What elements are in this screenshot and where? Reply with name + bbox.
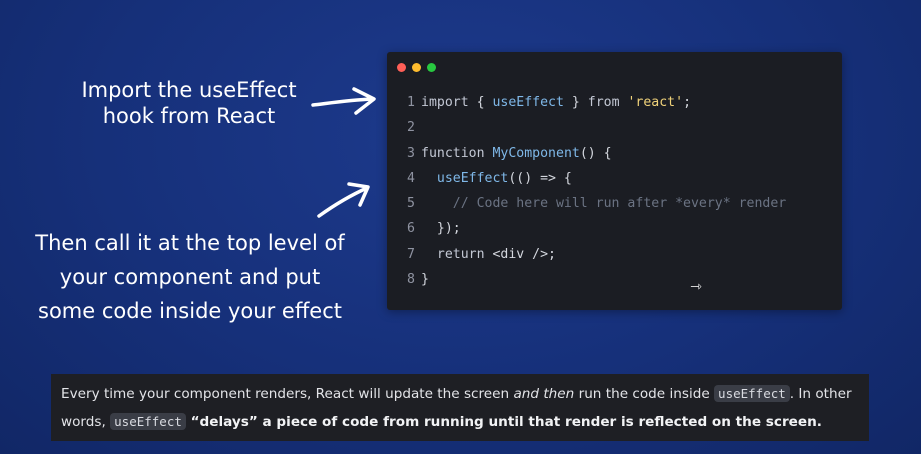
annotation-call: Then call it at the top level of your co… [20,226,360,328]
code-text: useEffect(() => { [421,166,572,191]
caption-text-2: run the code inside [574,386,715,402]
code-token: { [468,95,493,110]
code-token: useEffect [436,170,509,186]
annotation-import-line2: hook from React [102,104,276,128]
caption-text-1: Every time your component renders, React… [61,386,514,402]
code-text: return <div />; [421,242,556,267]
code-token: 'react' [627,95,684,110]
code-token: return [436,246,485,262]
annotation-call-line3: some code inside your effect [38,299,342,323]
inline-code-useeffect-2: useEffect [110,413,186,430]
close-dot-icon[interactable] [397,63,406,72]
caption-emphasis: and then [513,386,575,402]
code-line: 7 return <div />; [387,242,842,267]
code-line: 2 [387,115,842,140]
line-number: 8 [407,272,415,288]
mouse-pointer-icon: ⇾ [690,279,702,295]
line-number: 6 [407,221,415,237]
code-text: import { useEffect } from 'react'; [421,90,691,115]
code-line: 6 }); [387,216,842,241]
code-token: function [421,145,485,161]
code-token: MyComponent [492,145,580,161]
code-text: }); [421,216,461,241]
line-number: 1 [407,95,415,110]
annotation-import-line1: Import the useEffect [81,78,297,102]
code-line: 4 useEffect(() => { [387,166,842,191]
inline-code-useeffect: useEffect [714,385,790,402]
code-token: from [587,95,620,110]
window-controls [397,63,436,72]
code-block: 1 import { useEffect } from 'react'; 2 3 fun… [387,90,842,292]
code-text: } [421,267,429,292]
code-token: } [421,272,429,288]
arrow-up-right-icon [317,182,370,218]
code-line: 5 // Code here will run after *every* re… [387,191,842,216]
code-token: ; [683,95,692,110]
code-token: <div />; [492,246,557,262]
code-token: useEffect [492,95,564,110]
annotation-call-line1: Then call it at the top level of [35,231,345,255]
annotation-import: Import the useEffect hook from React [60,77,318,129]
code-token: () { [579,145,612,161]
line-number: 2 [407,120,415,136]
caption-strong: “delays” a piece of code from running un… [185,414,822,430]
code-line: 3 function MyComponent() { [387,141,842,166]
code-text: // Code here will run after *every* rend… [421,191,786,216]
maximize-dot-icon[interactable] [427,63,436,72]
code-token: }); [436,221,461,237]
code-token: // Code here will run after *every* rend… [452,196,787,212]
code-line: 8} [387,267,842,292]
line-number: 5 [407,196,415,212]
minimize-dot-icon[interactable] [412,63,421,72]
code-token: import [421,95,469,110]
code-line: 1 import { useEffect } from 'react'; [387,90,842,115]
line-number: 3 [407,145,415,161]
line-number: 7 [407,246,415,262]
code-token: (() => { [508,170,572,186]
annotation-call-line2: your component and put [59,265,321,289]
line-number: 4 [407,170,415,186]
caption-box: Every time your component renders, React… [51,374,869,441]
code-text: function MyComponent() { [421,141,612,166]
code-token: } [563,95,588,110]
arrow-right-icon [311,87,376,115]
code-window: 1 import { useEffect } from 'react'; 2 3 fun… [387,52,842,310]
